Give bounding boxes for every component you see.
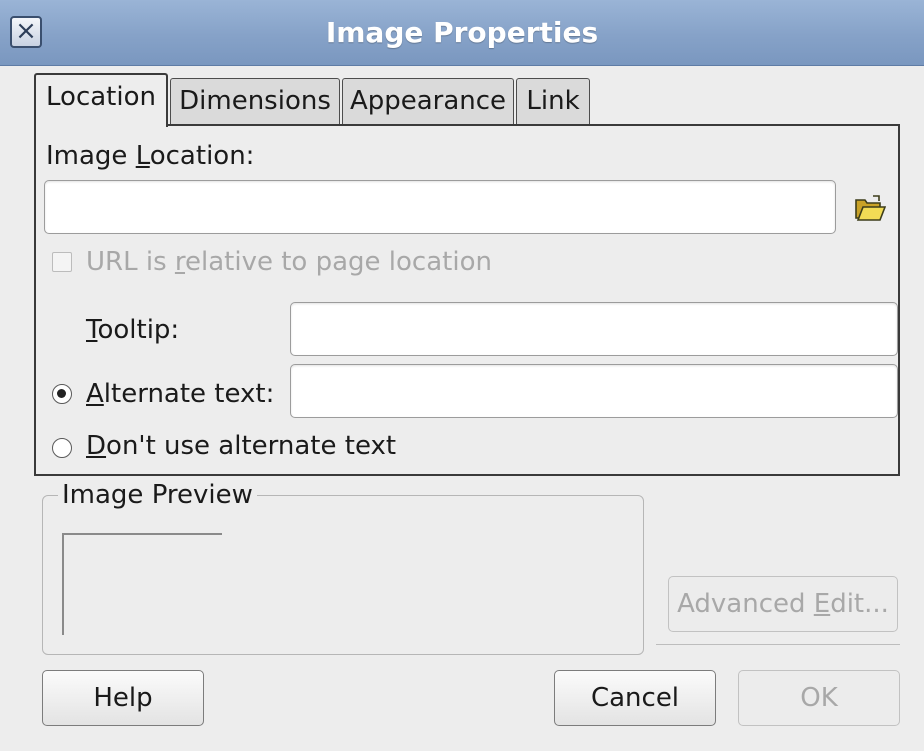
advanced-edit-button[interactable]: Advanced Edit...: [668, 576, 898, 632]
radio-selected-dot: [57, 389, 66, 398]
tab-link[interactable]: Link: [516, 78, 590, 124]
ok-button[interactable]: OK: [738, 670, 900, 726]
tab-dimensions[interactable]: Dimensions: [170, 78, 340, 124]
help-button[interactable]: Help: [42, 670, 204, 726]
separator: [656, 644, 900, 645]
image-location-label: Image Location:: [46, 141, 255, 171]
alternate-text-radio[interactable]: [52, 384, 72, 404]
title-bar: × Image Properties: [0, 0, 924, 66]
image-preview-title: Image Preview: [58, 480, 257, 510]
no-alternate-text-radio[interactable]: [52, 438, 72, 458]
dialog-title: Image Properties: [325, 16, 599, 49]
tab-appearance[interactable]: Appearance: [342, 78, 514, 124]
image-preview-area: [62, 533, 222, 635]
relative-url-label: URL is relative to page location: [86, 247, 492, 277]
no-alternate-text-label: Don't use alternate text: [86, 431, 397, 461]
image-location-input[interactable]: [44, 180, 836, 234]
alternate-text-input[interactable]: [290, 364, 898, 418]
tooltip-input[interactable]: [290, 302, 898, 356]
location-tab-panel: [34, 124, 900, 476]
relative-url-checkbox[interactable]: [52, 252, 72, 272]
open-folder-icon[interactable]: [854, 194, 886, 222]
alternate-text-label: Alternate text:: [86, 379, 275, 409]
cancel-button[interactable]: Cancel: [554, 670, 716, 726]
tab-location[interactable]: Location: [34, 73, 168, 127]
tooltip-label: Tooltip:: [86, 315, 180, 345]
